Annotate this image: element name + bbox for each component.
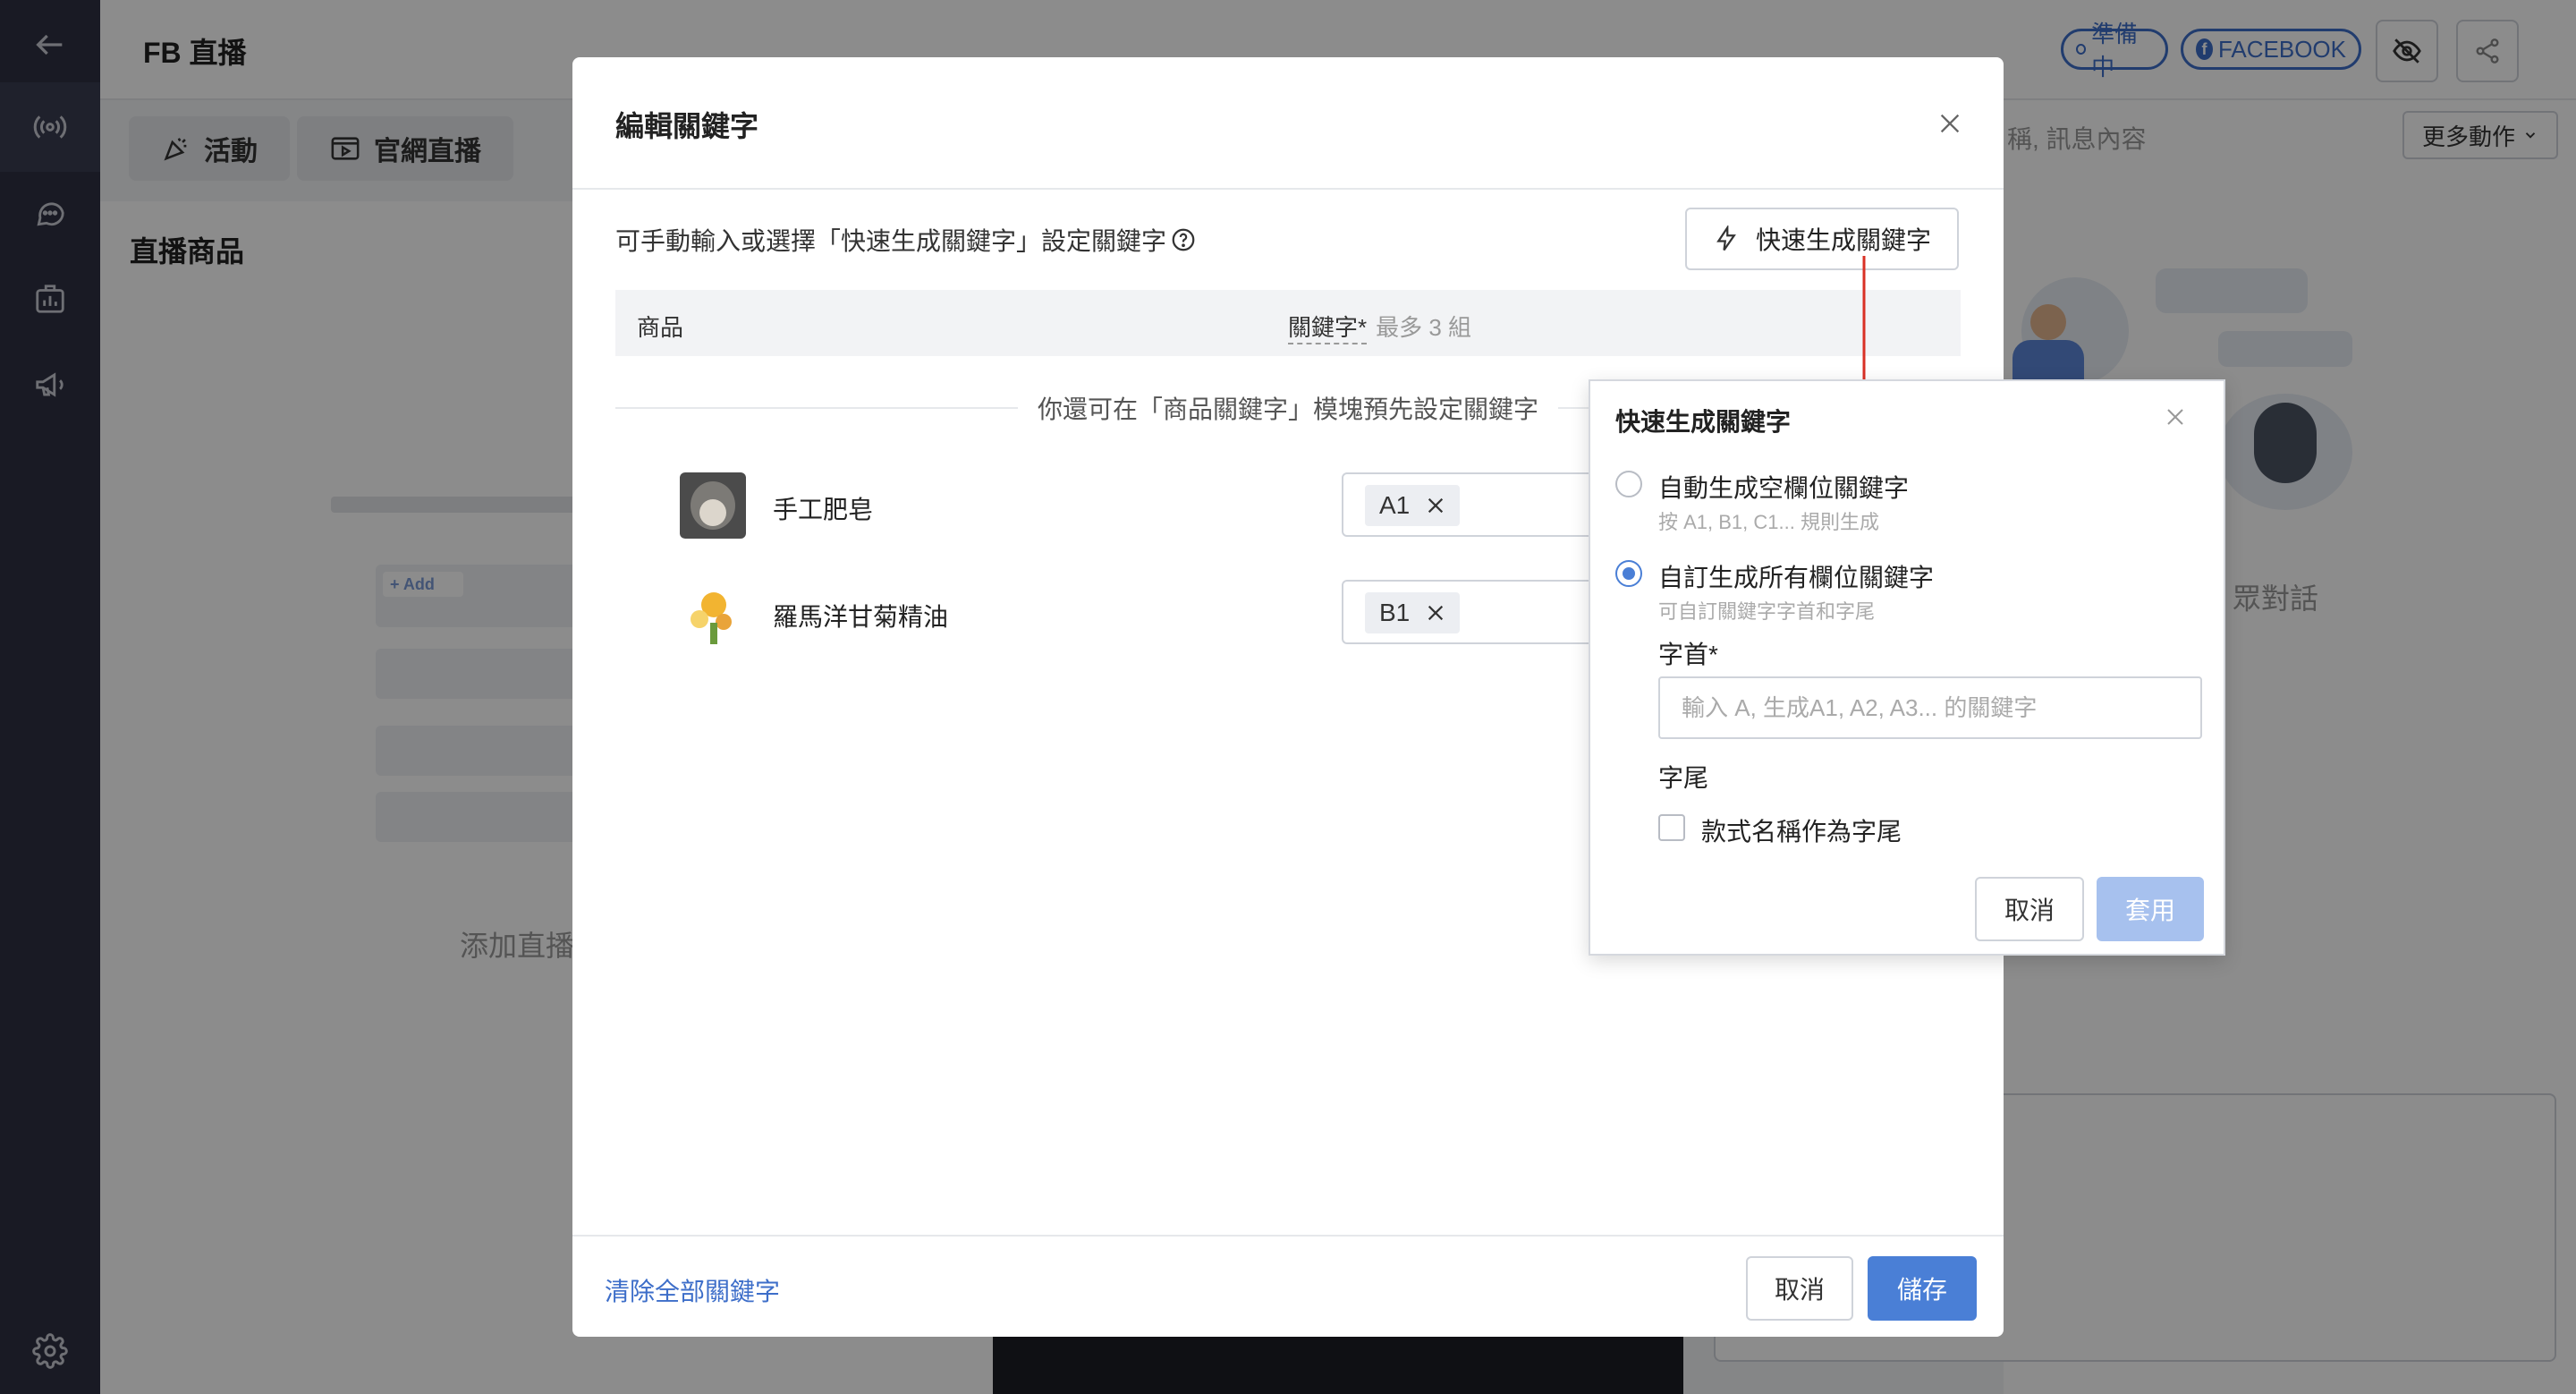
suffix-label: 字尾 [1658,764,1709,792]
option-auto-generate-hint: 按 A1, B1, C1... 規則生成 [1658,511,1879,533]
quick-generate-button[interactable]: 快速生成關鍵字 [1685,208,1959,270]
product-name: 羅馬洋甘菊精油 [773,603,949,631]
radio-custom-generate[interactable] [1615,560,1642,587]
clear-all-keywords-link[interactable]: 清除全部關鍵字 [605,1272,780,1308]
keyword-tag-label: B1 [1379,599,1411,626]
save-button[interactable]: 儲存 [1868,1256,1977,1321]
keyword-hint: 可手動輸入或選擇「快速生成關鍵字」設定關鍵字 [615,222,1197,258]
product-thumbnail [680,580,746,646]
style-name-suffix-label[interactable]: 款式名稱作為字尾 [1701,812,1902,848]
keyword-tag: B1 [1365,592,1461,633]
product-thumbnail [680,472,746,539]
popover-title: 快速生成關鍵字 [1615,408,1792,436]
prefix-input[interactable] [1658,676,2202,739]
popover-apply-button[interactable]: 套用 [2097,877,2204,941]
close-icon [2167,409,2183,425]
lightning-icon [1716,225,1736,251]
quick-generate-label: 快速生成關鍵字 [1755,226,1931,254]
radio-auto-generate[interactable] [1615,471,1642,497]
prefix-label: 字首* [1658,641,1718,668]
column-header-keyword-label: 關鍵字* [1288,310,1368,344]
modal-footer: 清除全部關鍵字 取消 儲存 [572,1235,2004,1337]
product-name: 手工肥皂 [773,496,874,523]
help-circle-icon[interactable] [1170,226,1197,253]
popover-close-button[interactable] [2159,401,2191,433]
remove-tag-icon[interactable] [1426,603,1445,623]
popover-cancel-button[interactable]: 取消 [1975,877,2084,941]
modal-header: 編輯關鍵字 [572,57,2004,190]
cancel-button[interactable]: 取消 [1746,1256,1853,1321]
keyword-table-header: 商品 關鍵字* 最多 3 組 [615,290,1961,356]
option-custom-generate-hint: 可自訂關鍵字字首和字尾 [1658,600,1876,623]
remove-tag-icon[interactable] [1426,496,1445,515]
quick-generate-popover: 快速生成關鍵字 自動生成空欄位關鍵字 按 A1, B1, C1... 規則生成 … [1589,379,2225,956]
close-icon [1940,114,1960,133]
keyword-hint-text: 可手動輸入或選擇「快速生成關鍵字」設定關鍵字 [615,227,1167,255]
column-header-product: 商品 [637,314,684,341]
modal-close-button[interactable] [1932,106,1968,141]
column-header-keyword-max: 最多 3 組 [1376,314,1472,341]
style-name-suffix-checkbox[interactable] [1658,814,1685,841]
keyword-tag: A1 [1365,485,1461,526]
column-header-keyword: 關鍵字* 最多 3 組 [1288,310,1471,344]
option-auto-generate-label[interactable]: 自動生成空欄位關鍵字 [1658,469,1909,505]
keyword-tag-label: A1 [1379,491,1411,519]
option-custom-generate-label[interactable]: 自訂生成所有欄位關鍵字 [1658,558,1934,594]
modal-title: 編輯關鍵字 [615,110,759,142]
